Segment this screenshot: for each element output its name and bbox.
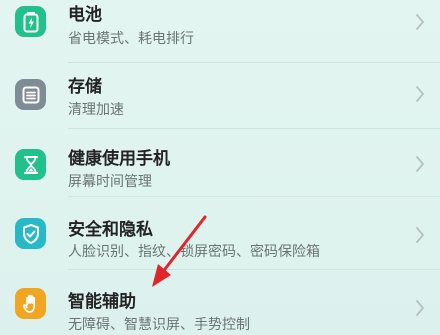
storage-icon (15, 79, 46, 110)
hourglass-icon (15, 149, 46, 180)
chevron-right-icon (412, 82, 428, 106)
settings-item-digital-wellbeing[interactable]: 健康使用手机 屏幕时间管理 (0, 129, 440, 196)
settings-item-battery[interactable]: 电池 省电模式、耗电排行 (0, 0, 440, 62)
settings-item-security-privacy[interactable]: 安全和隐私 人脸识别、指纹、锁屏密码、密码保险箱 (0, 197, 440, 269)
settings-item-title: 存储 (68, 77, 102, 97)
chevron-right-icon (412, 296, 428, 320)
settings-item-subtitle: 省电模式、耗电排行 (68, 31, 194, 47)
chevron-right-icon (412, 10, 428, 34)
settings-item-subtitle: 无障碍、智慧识屏、手势控制 (68, 317, 250, 333)
hand-icon (15, 288, 46, 319)
settings-item-subtitle: 屏幕时间管理 (68, 174, 152, 190)
chevron-right-icon (412, 223, 428, 247)
chevron-right-icon (412, 152, 428, 176)
settings-item-subtitle: 人脸识别、指纹、锁屏密码、密码保险箱 (68, 244, 320, 260)
settings-item-title: 智能辅助 (68, 292, 136, 312)
shield-icon (15, 218, 46, 249)
settings-list: 电池 省电模式、耗电排行 存储 清理加速 健康使用手机 屏幕时间管理 安全和隐私… (0, 0, 440, 335)
settings-item-title: 电池 (68, 5, 102, 25)
settings-item-title: 安全和隐私 (68, 220, 153, 240)
settings-item-storage[interactable]: 存储 清理加速 (0, 63, 440, 128)
settings-item-title: 健康使用手机 (68, 149, 170, 169)
settings-item-subtitle: 清理加速 (68, 102, 124, 118)
battery-icon (15, 6, 46, 37)
settings-item-smart-assistance[interactable]: 智能辅助 无障碍、智慧识屏、手势控制 (0, 270, 440, 335)
